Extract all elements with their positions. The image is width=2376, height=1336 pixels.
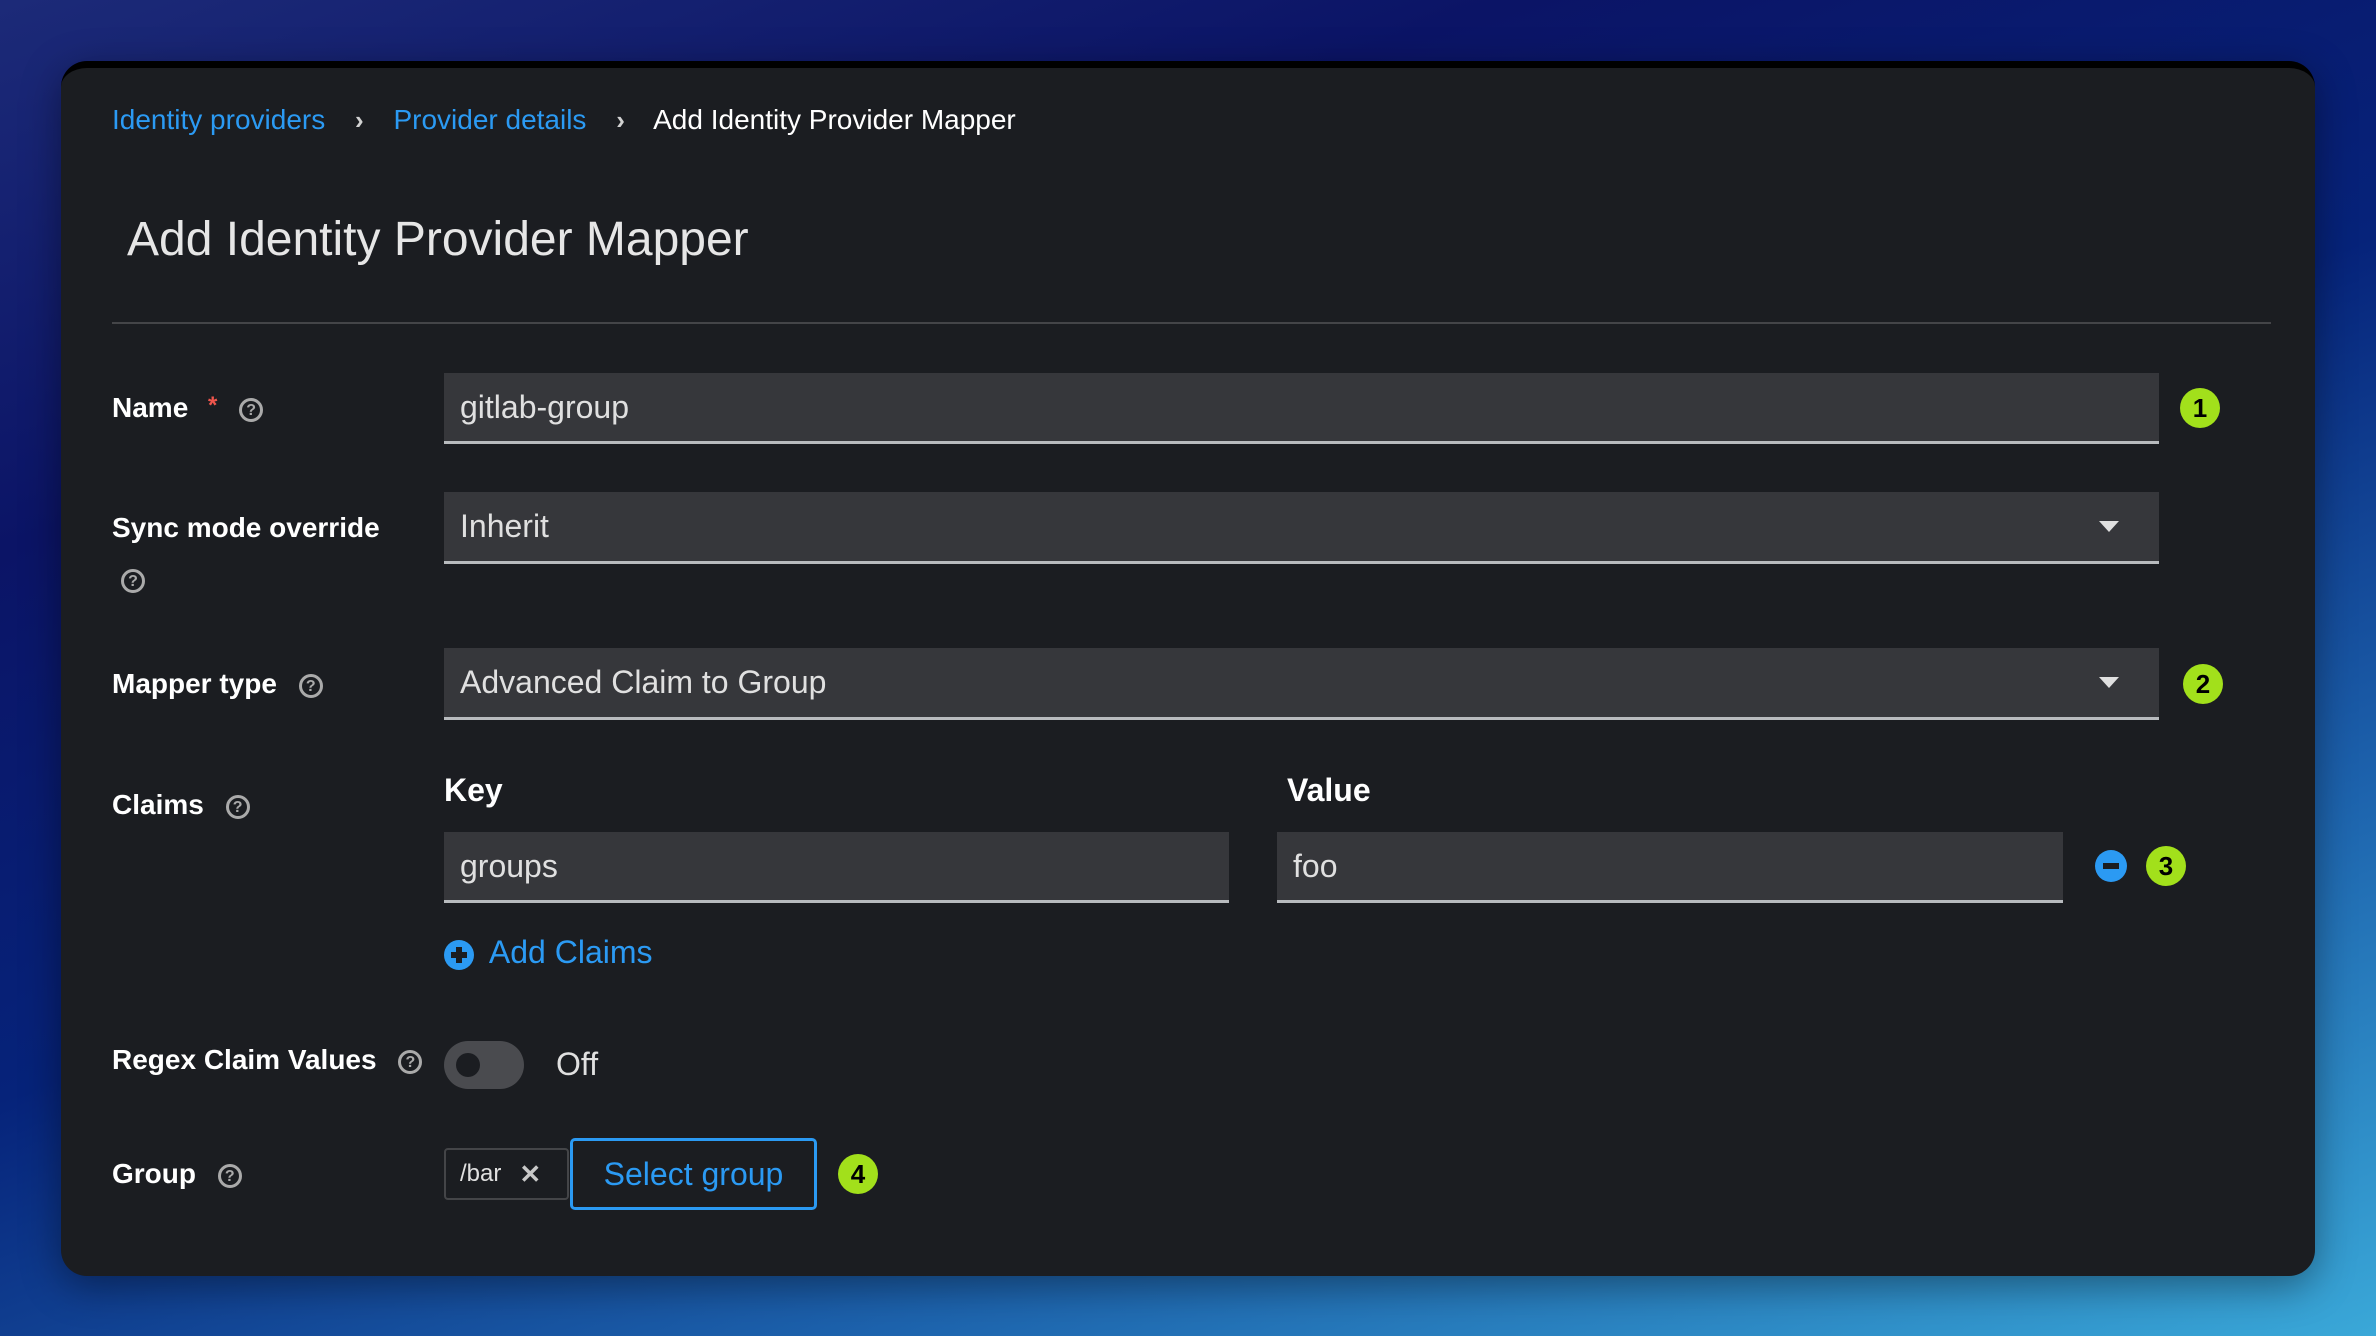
breadcrumb-current: Add Identity Provider Mapper [653, 104, 1016, 135]
sync-mode-label: Sync mode override [112, 512, 380, 543]
select-group-button[interactable]: Select group [570, 1138, 817, 1210]
regex-state: Off [556, 1046, 599, 1082]
claims-label: Claims ? [112, 789, 250, 821]
group-chip-label: /bar [460, 1160, 502, 1187]
mapper-type-value: Advanced Claim to Group [460, 664, 827, 700]
group-chip: /bar ✕ [444, 1148, 569, 1200]
name-label-text: Name [112, 392, 189, 423]
step-badge-3: 3 [2146, 846, 2186, 886]
breadcrumb: Identity providers › Provider details › … [112, 104, 1016, 136]
plus-circle-icon [444, 939, 474, 970]
claims-key-header: Key [444, 772, 503, 808]
name-input[interactable]: gitlab-group [444, 373, 2159, 444]
group-label-text: Group [112, 1158, 196, 1189]
step-badge-1: 1 [2180, 388, 2220, 428]
chevron-right-icon: › [355, 105, 364, 135]
help-icon[interactable]: ? [398, 1049, 423, 1074]
remove-claim-icon[interactable] [2095, 850, 2127, 882]
claims-label-text: Claims [112, 789, 204, 820]
sync-mode-value: Inherit [460, 508, 549, 544]
help-icon[interactable]: ? [298, 673, 323, 698]
help-icon[interactable]: ? [239, 397, 264, 422]
name-label: Name * ? [112, 392, 264, 424]
claims-value-header: Value [1287, 772, 1371, 808]
chevron-right-icon: › [616, 105, 625, 135]
step-badge-4: 4 [838, 1154, 878, 1194]
sync-mode-select[interactable]: Inherit [444, 492, 2159, 564]
caret-down-icon [2099, 520, 2119, 532]
step-badge-2: 2 [2183, 664, 2223, 704]
regex-toggle[interactable] [444, 1041, 524, 1089]
mapper-type-label: Mapper type ? [112, 668, 323, 700]
claim-value-input[interactable]: foo [1277, 832, 2063, 903]
regex-label: Regex Claim Values ? [112, 1044, 423, 1076]
required-mark: * [208, 392, 218, 419]
breadcrumb-provider-details[interactable]: Provider details [393, 104, 586, 135]
regex-label-text: Regex Claim Values [112, 1044, 377, 1075]
caret-down-icon [2099, 676, 2119, 688]
help-icon[interactable]: ? [217, 1163, 242, 1188]
add-claims-button[interactable]: Add Claims [444, 934, 653, 971]
help-icon[interactable]: ? [225, 794, 250, 819]
group-label: Group ? [112, 1158, 242, 1190]
mapper-type-select[interactable]: Advanced Claim to Group [444, 648, 2159, 720]
add-claims-label: Add Claims [488, 934, 653, 970]
close-icon[interactable]: ✕ [519, 1159, 541, 1190]
claim-key-input[interactable]: groups [444, 832, 1229, 903]
breadcrumb-identity-providers[interactable]: Identity providers [112, 104, 325, 135]
help-icon[interactable]: ? [121, 569, 145, 593]
divider [112, 322, 2271, 324]
page-title: Add Identity Provider Mapper [127, 213, 749, 266]
mapper-type-label-text: Mapper type [112, 668, 277, 699]
